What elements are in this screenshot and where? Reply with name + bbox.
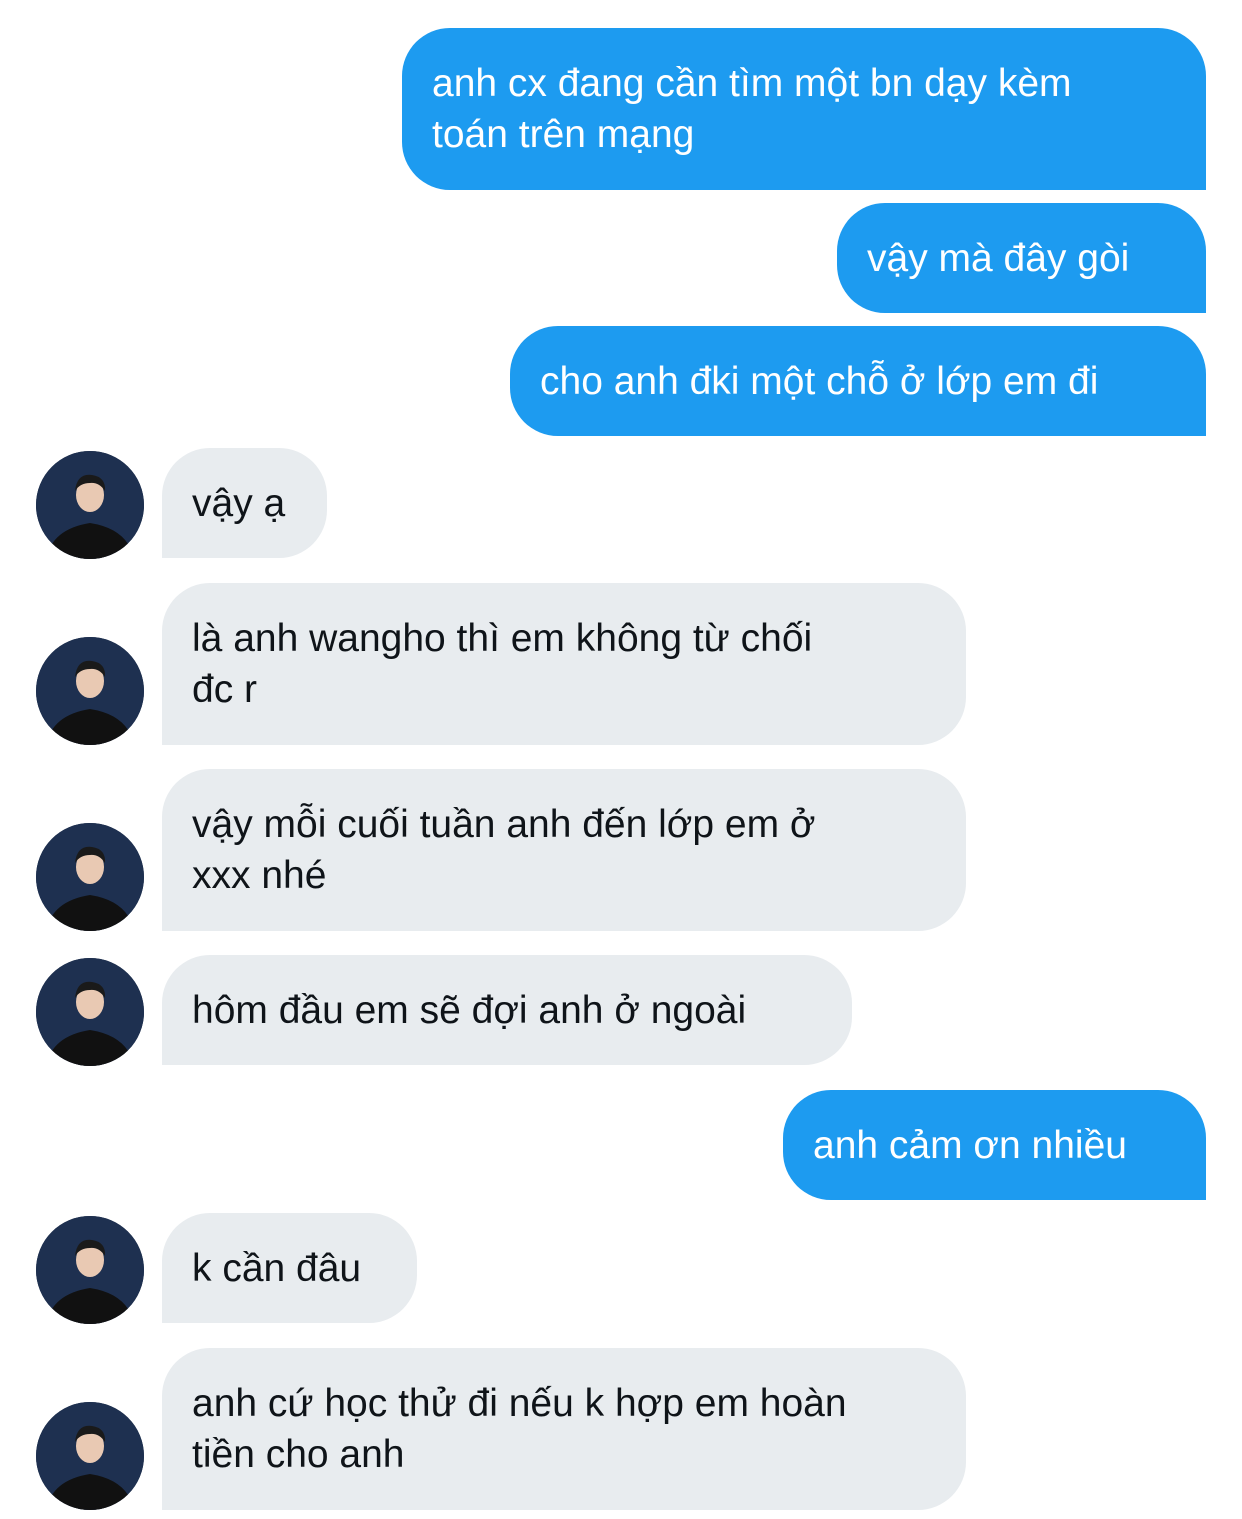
- avatar-photo-icon: [36, 823, 144, 931]
- message-bubble-received[interactable]: là anh wangho thì em không từ chối đc r: [162, 583, 966, 745]
- avatar-photo-icon: [36, 958, 144, 1066]
- message-bubble-received[interactable]: k cần đâu: [162, 1213, 417, 1323]
- avatar-photo-icon: [36, 1402, 144, 1510]
- avatar[interactable]: [36, 823, 144, 931]
- message-bubble-sent[interactable]: anh cx đang cần tìm một bn dạy kèm toán …: [402, 28, 1206, 190]
- avatar-photo-icon: [36, 637, 144, 745]
- message-bubble-sent[interactable]: cho anh đki một chỗ ở lớp em đi: [510, 326, 1206, 436]
- avatar[interactable]: [36, 1216, 144, 1324]
- avatar[interactable]: [36, 958, 144, 1066]
- avatar[interactable]: [36, 451, 144, 559]
- avatar[interactable]: [36, 637, 144, 745]
- avatar-photo-icon: [36, 451, 144, 559]
- message-bubble-sent[interactable]: anh cảm ơn nhiều: [783, 1090, 1206, 1200]
- message-bubble-received[interactable]: hôm đầu em sẽ đợi anh ở ngoài: [162, 955, 852, 1065]
- avatar-photo-icon: [36, 1216, 144, 1324]
- message-bubble-received[interactable]: anh cứ học thử đi nếu k hợp em hoàn tiền…: [162, 1348, 966, 1510]
- message-bubble-received[interactable]: vậy ạ: [162, 448, 327, 558]
- message-bubble-received[interactable]: vậy mỗi cuối tuần anh đến lớp em ở xxx n…: [162, 769, 966, 931]
- message-bubble-sent[interactable]: vậy mà đây gòi: [837, 203, 1206, 313]
- avatar[interactable]: [36, 1402, 144, 1510]
